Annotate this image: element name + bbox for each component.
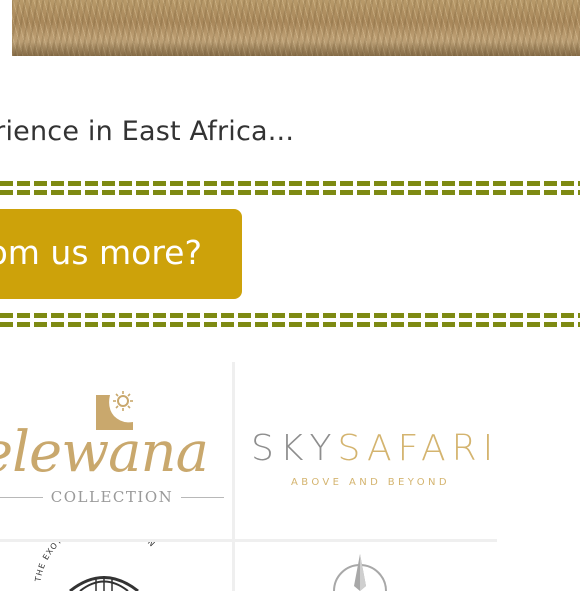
skysafari-word-sky: SKY [251, 428, 338, 469]
skysafari-logo[interactable]: SKYSAFARI ABOVE AND BEYOND [235, 362, 497, 539]
partner-logos-grid: elewana COLLECTION SKYSAFARI ABOVE AND B… [0, 362, 580, 591]
divider-bottom [0, 313, 580, 327]
amazon-badge-icon: THE EXOTIC AMAZON · GET IN [33, 542, 156, 591]
elewana-collection-label: COLLECTION [50, 488, 174, 506]
cta-button[interactable]: om us more? [0, 209, 242, 299]
skysafari-tagline: ABOVE AND BEYOND [291, 477, 450, 488]
elewana-rule-left [0, 496, 43, 498]
intro-teaser-text: perience in East Africa... [0, 116, 295, 147]
compass-star-icon [333, 554, 387, 591]
page: perience in East Africa... om us more? [0, 0, 580, 591]
skysafari-wordmark: SKYSAFARI [251, 428, 499, 469]
hero-image [12, 0, 580, 56]
compass-logo[interactable] [235, 542, 497, 591]
elewana-wordmark: elewana [0, 420, 209, 485]
elewana-rule-right [181, 496, 225, 498]
skysafari-word-safari: SAFARI [337, 428, 500, 469]
elewana-logo[interactable]: elewana COLLECTION [0, 362, 232, 539]
amazon-logo[interactable]: THE EXOTIC AMAZON · GET IN [0, 542, 232, 591]
elewana-subtitle: COLLECTION [0, 488, 225, 506]
divider-top [0, 181, 580, 195]
